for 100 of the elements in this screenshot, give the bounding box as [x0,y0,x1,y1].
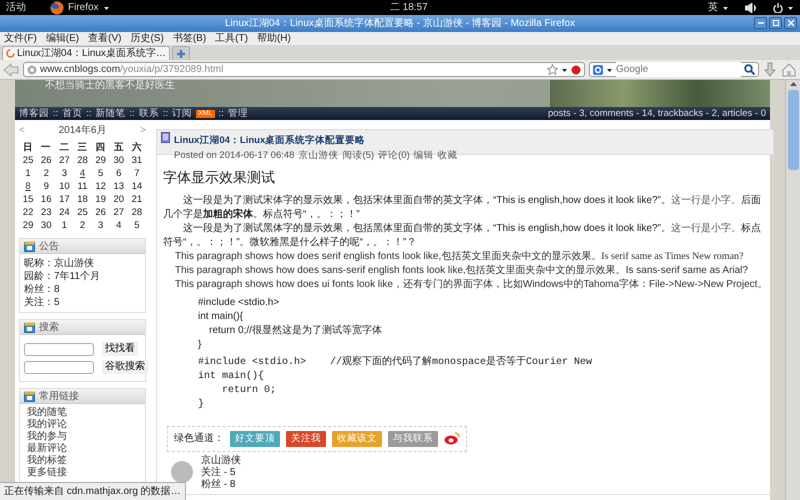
clock[interactable]: 二 18:57 [390,0,428,15]
calendar-day: 26 [37,155,56,167]
new-tab-button[interactable] [172,46,190,60]
sidebar-link[interactable]: 更多链接 [24,467,141,479]
stop-icon[interactable] [571,64,581,74]
post-title-link[interactable]: Linux江湖04：Linux桌面系统字体配置要略 [174,135,366,146]
address-field[interactable]: www.cnblogs.com/youxia/p/3792089.html [23,62,585,77]
following-link[interactable]: 关注 - 5 [201,467,241,480]
calendar-day: 24 [55,207,74,219]
browser-tab[interactable]: Linux江湖04：Linux桌面系统字… [2,46,170,60]
share-button[interactable]: 关注我 [286,430,326,448]
caret-icon[interactable] [561,66,568,72]
sidebar-link[interactable]: 我的标签 [24,455,141,467]
code-line: } [198,398,206,412]
menu-item[interactable]: 编辑(E) [46,32,80,45]
search-button[interactable]: 找找看 [102,342,138,356]
input-method[interactable]: 英 [708,0,718,15]
search-input[interactable] [24,360,94,374]
panel-icon [24,240,35,252]
author-link[interactable]: 京山游侠 [298,148,338,163]
minimize-icon [758,22,764,24]
edit-link[interactable]: 编辑 [414,148,434,163]
calendar-day: 3 [55,168,74,180]
calendar-day: 17 [55,194,74,206]
weekday-label: 四 [94,142,107,154]
caret-icon[interactable] [787,4,794,10]
followers-link[interactable]: 粉丝 - 8 [201,479,241,492]
calendar-day: 2 [37,168,56,180]
menu-item[interactable]: 查看(V) [88,32,122,45]
calendar-day: 2 [73,220,92,232]
search-engine-icon[interactable] [593,64,603,74]
nav-link[interactable]: 首页 [62,107,82,120]
nav-link[interactable]: 博客园 [19,107,49,120]
weekday-label: 一 [40,142,52,154]
nav-link[interactable]: 联系 [138,107,159,120]
plus-icon [176,48,186,58]
status-bar: 正在传输来自 cdn.mathjax.org 的数据… [0,482,186,500]
close-button[interactable] [784,17,797,29]
up-arrow-icon[interactable] [788,80,798,88]
avatar-placeholder [171,461,193,484]
nav-separator: :: [218,107,224,120]
calendar-day: 29 [92,155,110,167]
calendar-day: 12 [92,181,110,193]
calendar-day[interactable]: 8 [19,181,38,193]
calendar-day: 25 [19,155,38,167]
close-icon [788,20,794,26]
menu-item[interactable]: 历史(S) [130,32,164,45]
menu-item[interactable]: 帮助(H) [256,32,291,45]
app-menu[interactable]: Firefox [68,0,99,15]
calendar-day[interactable]: 4 [73,168,92,180]
sidebar-link[interactable]: 我的参与 [24,431,141,443]
caret-icon[interactable] [606,66,613,72]
calendar-day: 26 [92,207,110,219]
maximize-icon [772,20,778,26]
scrollbar[interactable] [785,80,800,500]
scrollbar-thumb[interactable] [788,90,798,170]
sidebar-link[interactable]: 我的随笔 [24,407,141,419]
activities-button[interactable]: 活动 [6,0,26,15]
nav-link[interactable]: 订阅 [172,107,192,120]
star-icon[interactable] [547,64,558,75]
sidebar-link[interactable]: 我的评论 [24,419,141,431]
post-date: Posted on 2014-06-17 06:48 [174,148,294,162]
nav-link[interactable]: 管理 [228,107,248,120]
calendar-day: 16 [37,194,56,206]
panel-title: 搜索 [39,320,59,334]
menu-item[interactable]: 书签(B) [172,32,206,45]
share-label: 绿色通道： [174,432,224,446]
favorite-link[interactable]: 收藏 [438,148,458,163]
search-field[interactable]: Google [589,62,759,77]
calendar-day: 27 [55,155,74,167]
firefox-icon[interactable] [50,0,64,14]
calendar-day: 29 [19,220,38,232]
calendar-day: 20 [110,194,128,206]
sidebar-link[interactable]: 最新评论 [24,443,141,455]
calendar-day: 31 [128,155,146,167]
calendar-day: 5 [128,220,146,232]
volume-icon[interactable] [745,2,757,12]
nav-separator: :: [162,107,168,120]
calendar-day: 13 [110,181,128,193]
comment-count: 评论(0) [378,148,410,162]
caret-icon[interactable] [722,4,729,10]
author-name-link[interactable]: 京山游侠 [201,455,241,468]
nav-link[interactable]: 新随笔 [96,107,126,120]
calendar-day: 4 [110,220,128,232]
calendar-day: 1 [19,168,38,180]
search-icon[interactable] [744,64,755,75]
maximize-button[interactable] [769,17,782,29]
paragraph: This paragraph shows how does serif english fonts look like,包括英文里面夹杂中文的显示效果。Is serif same as Times New roman? [174,250,744,264]
minimize-button[interactable] [754,17,767,29]
power-icon[interactable] [773,2,783,12]
info-line: 园龄：7年11个月 [24,270,101,283]
menu-item[interactable]: 工具(T) [215,32,248,45]
weibo-icon[interactable] [444,432,460,446]
window-title: Linux江湖04：Linux桌面系统字体配置要略 - 京山游侠 - 博客园 - Mozilla Firefox [224,16,576,31]
calendar-day: 5 [92,168,110,180]
code-line: int main(){ [198,310,244,324]
search-button[interactable]: 谷歌搜索 [102,360,148,374]
search-input[interactable] [24,342,94,356]
caret-icon[interactable] [102,4,110,10]
menu-item[interactable]: 文件(F) [4,32,37,45]
